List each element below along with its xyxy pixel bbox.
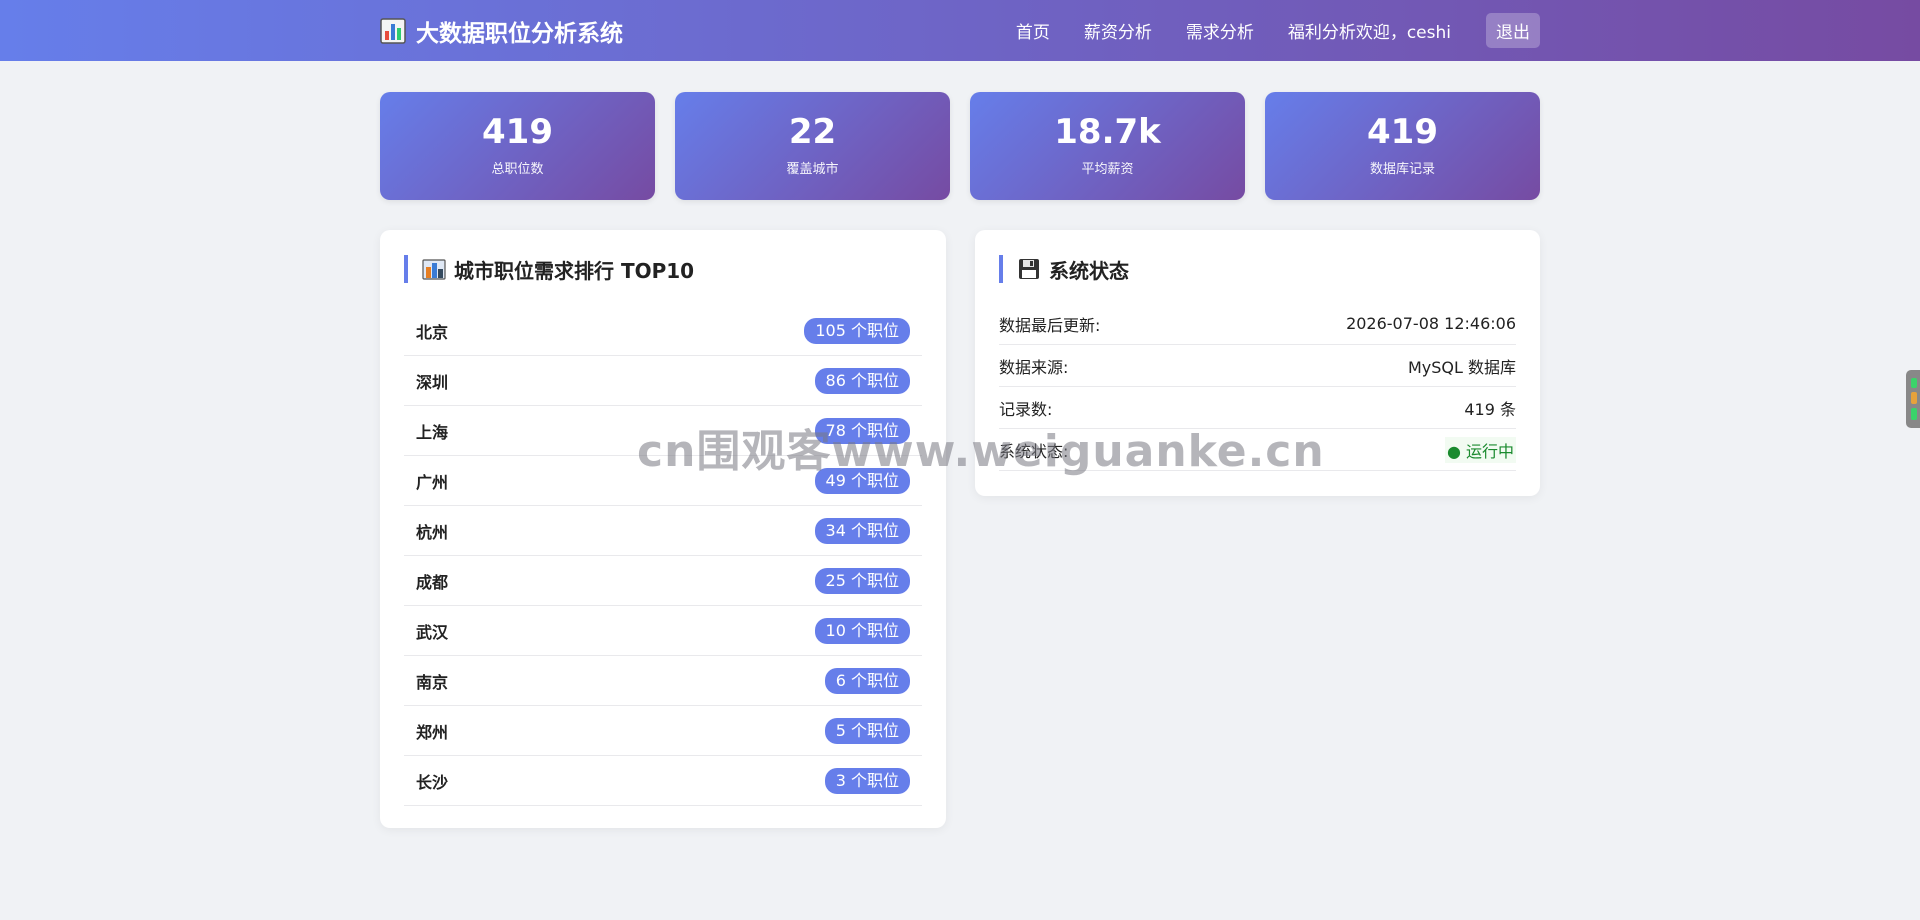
list-item: 北京 105 个职位 <box>404 306 922 356</box>
stat-value: 22 <box>788 112 837 152</box>
stat-label: 覆盖城市 <box>786 162 839 177</box>
stat-card-cities: 22 覆盖城市 <box>675 92 950 200</box>
job-count-badge: 25 个职位 <box>814 567 910 594</box>
list-item: 杭州 34 个职位 <box>404 506 922 556</box>
nav-welfare-analysis[interactable]: 福利分析 <box>1288 18 1356 43</box>
list-item: 成都 25 个职位 <box>404 556 922 606</box>
stat-label: 平均薪资 <box>1081 162 1134 177</box>
status-label: 数据最后更新: <box>999 315 1101 335</box>
stat-label: 数据库记录 <box>1369 162 1435 177</box>
stat-value: 419 <box>482 112 553 152</box>
status-value: 419 条 <box>1464 399 1516 419</box>
city-name: 长沙 <box>416 772 449 792</box>
job-count-badge: 3 个职位 <box>824 767 910 794</box>
city-name: 郑州 <box>416 722 449 742</box>
widget-bar-icon <box>1911 408 1917 420</box>
status-running-indicator: ● 运行中 <box>1444 436 1516 463</box>
list-item: 长沙 3 个职位 <box>404 756 922 806</box>
floppy-disk-icon <box>1019 259 1039 279</box>
city-name: 成都 <box>416 572 449 592</box>
nav-demand-analysis[interactable]: 需求分析 <box>1186 18 1254 43</box>
nav-home[interactable]: 首页 <box>1016 18 1050 43</box>
widget-bar-icon <box>1911 392 1917 404</box>
list-item: 武汉 10 个职位 <box>404 606 922 656</box>
city-name: 上海 <box>416 422 449 442</box>
logout-button[interactable]: 退出 <box>1486 13 1540 48</box>
list-item: 郑州 5 个职位 <box>404 706 922 756</box>
city-name: 广州 <box>416 472 449 492</box>
stat-card-db-records: 419 数据库记录 <box>1265 92 1540 200</box>
stat-card-total-jobs: 419 总职位数 <box>380 92 655 200</box>
job-count-badge: 105 个职位 <box>804 317 910 344</box>
bar-chart-icon <box>380 17 406 44</box>
city-name: 北京 <box>416 322 449 342</box>
stat-value: 18.7k <box>1054 112 1161 152</box>
ranking-title: 城市职位需求排行 TOP10 <box>454 258 695 283</box>
panel-title: 城市职位需求排行 TOP10 <box>404 255 694 283</box>
system-title: 系统状态 <box>1049 258 1129 283</box>
city-name: 南京 <box>416 672 449 692</box>
status-value: 2026-07-08 12:46:06 <box>1346 314 1516 333</box>
stat-value: 419 <box>1367 112 1438 152</box>
list-item: 深圳 86 个职位 <box>404 356 922 406</box>
status-row-last-update: 数据最后更新: 2026-07-08 12:46:06 <box>999 303 1516 345</box>
status-value: MySQL 数据库 <box>1407 357 1516 377</box>
city-ranking-panel: 城市职位需求排行 TOP10 北京 105 个职位 深圳 86 个职位 上海 7… <box>380 230 946 828</box>
stat-card-avg-salary: 18.7k 平均薪资 <box>970 92 1245 200</box>
ranking-list: 北京 105 个职位 深圳 86 个职位 上海 78 个职位 广州 49 个职位… <box>404 306 922 806</box>
city-name: 深圳 <box>416 372 449 392</box>
job-count-badge: 5 个职位 <box>824 717 910 744</box>
app-title: 大数据职位分析系统 <box>416 20 623 47</box>
job-count-badge: 6 个职位 <box>824 667 910 694</box>
stats-row: 419 总职位数 22 覆盖城市 18.7k 平均薪资 419 数据库记录 <box>380 92 1540 200</box>
city-buildings-icon <box>422 259 446 280</box>
nav-salary-analysis[interactable]: 薪资分析 <box>1084 18 1152 43</box>
welcome-text: 欢迎，ceshi <box>1355 23 1451 43</box>
side-edge-widget[interactable] <box>1906 370 1920 428</box>
status-label: 数据来源: <box>999 357 1069 377</box>
status-row-data-source: 数据来源: MySQL 数据库 <box>999 345 1516 387</box>
job-count-badge: 34 个职位 <box>814 517 910 544</box>
widget-bar-icon <box>1911 378 1917 388</box>
city-name: 杭州 <box>416 522 449 542</box>
list-item: 南京 6 个职位 <box>404 656 922 706</box>
job-count-badge: 10 个职位 <box>814 617 910 644</box>
job-count-badge: 86 个职位 <box>814 367 910 394</box>
panel-title: 系统状态 <box>999 255 1129 283</box>
watermark: cn围观客www.weiguanke.cn <box>637 426 1325 477</box>
city-name: 武汉 <box>416 622 449 642</box>
stat-label: 总职位数 <box>491 162 544 177</box>
top-navbar: 大数据职位分析系统 首页 薪资分析 需求分析 福利分析 欢迎，ceshi 退出 <box>0 0 1920 61</box>
brand[interactable]: 大数据职位分析系统 <box>380 14 623 48</box>
